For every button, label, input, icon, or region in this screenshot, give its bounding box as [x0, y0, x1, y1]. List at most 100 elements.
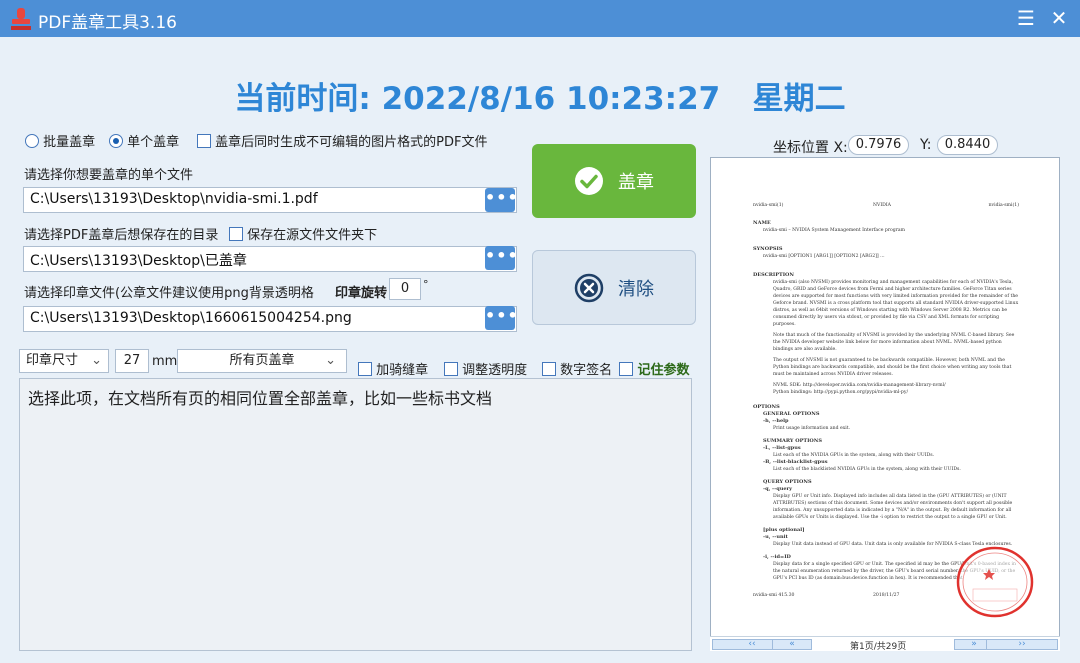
doc-nvml-sdk: NVML SDK: http://developer.nvidia.com/nv… — [773, 383, 946, 388]
coord-y-value[interactable]: 0.8440 — [937, 135, 998, 155]
browse-seal-button[interactable]: ••• — [485, 306, 518, 330]
doc-desc-p3: The output of NVSMI is not guaranteed to… — [773, 358, 1012, 377]
doc-opt-blacklist: -B, --list-blacklist-gpus — [763, 459, 828, 465]
save-dir-input[interactable]: C:\Users\13193\Desktop\已盖章 — [23, 246, 517, 272]
batch-radio-indicator[interactable] — [25, 134, 39, 148]
rotate-label: 印章旋转 — [335, 286, 388, 301]
doc-synopsis-text: nvidia-smi [OPTION1 [ARG1]] [OPTION2 [AR… — [763, 254, 885, 259]
image-pdf-check-indicator[interactable] — [197, 134, 211, 148]
doc-synopsis-heading: SYNOPSIS — [753, 246, 783, 252]
doc-name-text: nvidia-smi – NVIDIA System Management In… — [763, 228, 906, 233]
stamp-button[interactable]: 盖章 — [532, 144, 696, 218]
doc-description-heading: DESCRIPTION — [753, 272, 794, 278]
rotate-input[interactable]: 0 — [389, 278, 421, 300]
browse-dir-button[interactable]: ••• — [485, 246, 518, 270]
title-bar: PDF盖章工具3.16 ☰ ✕ — [0, 0, 1080, 37]
seam-check-indicator[interactable] — [358, 362, 372, 376]
seal-size-select[interactable]: 印章尺寸 ⌄ — [19, 349, 109, 373]
clock-datetime: 2022/8/16 10:23:27 — [381, 81, 721, 117]
seal-size-label: 印章尺寸 — [26, 353, 79, 368]
remember-label: 记住参数 — [637, 363, 690, 378]
same-folder-check-indicator[interactable] — [229, 227, 243, 241]
doc-header-right: nvidia-smi(1) — [988, 203, 1019, 208]
doc-name-heading: NAME — [753, 220, 771, 226]
page-scope-select[interactable]: 所有页盖章 ⌄ — [177, 349, 347, 373]
doc-footer-right: 2018/11/27 — [873, 593, 900, 598]
clock-label: 当前时间: — [234, 81, 371, 117]
clear-button-label: 清除 — [618, 278, 654, 300]
seal-size-input[interactable]: 27 — [115, 349, 149, 373]
single-radio-indicator[interactable] — [109, 134, 123, 148]
red-seal-image[interactable] — [955, 545, 1035, 620]
coord-x-value[interactable]: 0.7976 — [848, 135, 909, 155]
doc-general-options: GENERAL OPTIONS — [763, 411, 820, 417]
doc-opt-query: -q, --query — [763, 486, 793, 492]
digital-sign-checkbox[interactable]: 数字签名 — [542, 359, 612, 378]
coord-y-label: Y: — [920, 137, 932, 153]
seam-seal-checkbox[interactable]: 加骑缝章 — [358, 359, 428, 378]
doc-desc-p2: Note that much of the functionality of N… — [773, 333, 1015, 352]
seal-path-input[interactable]: C:\Users\13193\Desktop\1660615004254.png — [23, 306, 517, 332]
doc-summary-options: SUMMARY OPTIONS — [763, 438, 822, 444]
page-indicator: 第1页/共29页 — [850, 642, 907, 652]
doc-header-left: nvidia-smi(1) — [753, 203, 784, 208]
doc-opt-list-gpus-desc: List each of the NVIDIA GPUs in the syst… — [773, 453, 935, 458]
clear-button[interactable]: 清除 — [532, 250, 696, 325]
seal-file-label: 请选择印章文件(公章文件建议使用png背景透明格 — [24, 286, 314, 301]
single-mode-label: 单个盖章 — [127, 135, 180, 150]
check-circle-icon — [575, 167, 603, 195]
stamp-app-icon — [11, 8, 31, 30]
same-folder-label: 保存在源文件文件夹下 — [247, 228, 378, 243]
chevron-down-icon: ⌄ — [91, 353, 102, 368]
doc-desc-p1: nvidia-smi (also NVSMI) provides monitor… — [773, 280, 1019, 327]
chevron-down-icon: ⌄ — [325, 353, 336, 368]
image-pdf-label: 盖章后同时生成不可编辑的图片格式的PDF文件 — [215, 135, 488, 150]
image-pdf-checkbox[interactable]: 盖章后同时生成不可编辑的图片格式的PDF文件 — [197, 131, 487, 150]
page-scope-value: 所有页盖章 — [229, 353, 295, 368]
clear-circle-icon — [574, 273, 604, 302]
remember-check-indicator[interactable] — [619, 362, 633, 376]
doc-opt-unit: -u, --unit — [763, 534, 788, 540]
doc-python-bindings: Python bindings: http://pypi.python.org/… — [773, 390, 909, 395]
current-time-display: 当前时间: 2022/8/16 10:23:27 星期二 — [0, 73, 1080, 118]
last-page-button[interactable]: ›› — [986, 639, 1058, 650]
doc-footer-left: nvidia-smi 415.30 — [753, 593, 795, 598]
description-textarea[interactable]: 选择此项，在文档所有页的相同位置全部盖章，比如一些标书文档 — [19, 378, 692, 651]
digital-sign-label: 数字签名 — [560, 363, 613, 378]
save-same-folder-checkbox[interactable]: 保存在源文件文件夹下 — [229, 224, 377, 243]
coords-label: 坐标位置 X: — [773, 137, 848, 157]
stamp-button-label: 盖章 — [618, 172, 654, 193]
preview-pager: ‹‹ « 第1页/共29页 » ›› — [710, 636, 1060, 652]
file-select-label: 请选择你想要盖章的单个文件 — [24, 168, 194, 183]
opacity-label: 调整透明度 — [462, 363, 528, 378]
doc-plus-optional: [plus optional] — [763, 527, 805, 533]
doc-options-heading: OPTIONS — [753, 404, 780, 410]
clock-weekday: 星期二 — [752, 81, 846, 117]
batch-mode-label: 批量盖章 — [43, 135, 96, 150]
prev-page-button[interactable]: « — [772, 639, 812, 650]
rotate-unit: ° — [423, 278, 429, 291]
doc-header-center: NVIDIA — [873, 203, 891, 208]
batch-mode-radio[interactable]: 批量盖章 — [25, 131, 95, 150]
seal-size-unit: mm — [152, 354, 178, 369]
doc-query-options: QUERY OPTIONS — [763, 479, 812, 485]
digital-sign-check-indicator[interactable] — [542, 362, 556, 376]
file-path-input[interactable]: C:\Users\13193\Desktop\nvidia-smi.1.pdf — [23, 187, 517, 213]
opacity-checkbox[interactable]: 调整透明度 — [444, 359, 527, 378]
hamburger-menu-icon[interactable]: ☰ — [1013, 6, 1039, 30]
save-dir-label: 请选择PDF盖章后想保存在的目录 — [24, 228, 219, 243]
coord-x-label: X: — [833, 140, 848, 156]
doc-opt-help: -h, --help — [763, 418, 789, 424]
browse-file-button[interactable]: ••• — [485, 188, 518, 212]
single-mode-radio[interactable]: 单个盖章 — [109, 131, 179, 150]
remember-params-checkbox[interactable]: 记住参数 — [619, 359, 690, 378]
seam-label: 加骑缝章 — [376, 363, 429, 378]
pdf-page-content: nvidia-smi(1) NVIDIA nvidia-smi(1) NAME … — [753, 202, 1019, 600]
coords-title: 坐标位置 — [773, 140, 829, 156]
doc-opt-blacklist-desc: List each of the blacklisted NVIDIA GPUs… — [773, 467, 961, 472]
doc-opt-query-desc: Display GPU or Unit info. Displayed info… — [773, 494, 1013, 520]
doc-opt-help-desc: Print usage information and exit. — [773, 426, 851, 431]
close-icon[interactable]: ✕ — [1046, 6, 1072, 30]
doc-opt-list-gpus: -L, --list-gpus — [763, 445, 801, 451]
opacity-check-indicator[interactable] — [444, 362, 458, 376]
